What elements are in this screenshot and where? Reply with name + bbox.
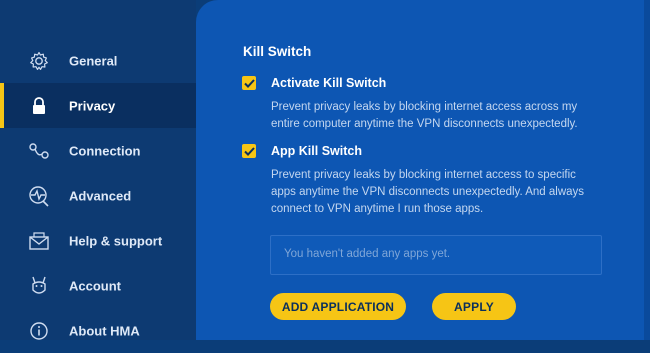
activate-kill-switch-option[interactable]: Activate Kill Switch [242, 76, 386, 90]
apply-button[interactable]: APPLY [432, 293, 516, 320]
sidebar-item-label: Help & support [69, 233, 163, 248]
sidebar-item-label: Account [69, 278, 121, 293]
sidebar-item-general[interactable]: General [0, 38, 196, 83]
app-kill-switch-checkbox[interactable] [242, 144, 256, 158]
section-title: Kill Switch [243, 44, 312, 59]
description-line: Prevent privacy leaks by blocking intern… [271, 169, 576, 181]
description-line: Prevent privacy leaks by blocking intern… [271, 101, 578, 113]
check-icon [243, 78, 255, 88]
gear-icon [28, 50, 50, 72]
description-line: apps anytime the VPN disconnects unexpec… [271, 186, 585, 198]
info-icon [28, 320, 50, 342]
app-kill-switch-option[interactable]: App Kill Switch [242, 144, 362, 158]
add-application-button[interactable]: ADD APPLICATION [270, 293, 406, 320]
donkey-icon [28, 275, 50, 297]
sidebar-item-advanced[interactable]: Advanced [0, 173, 196, 218]
sidebar-item-label: About HMA [69, 323, 140, 338]
option-description: Prevent privacy leaks by blocking intern… [271, 99, 631, 133]
option-description: Prevent privacy leaks by blocking intern… [271, 167, 631, 218]
advanced-icon [28, 185, 50, 207]
apps-list: You haven't added any apps yet. [270, 235, 602, 275]
sidebar-item-privacy[interactable]: Privacy [0, 83, 196, 128]
envelope-icon [28, 230, 50, 252]
activate-kill-switch-checkbox[interactable] [242, 76, 256, 90]
sidebar-item-label: General [69, 53, 118, 68]
sidebar-item-connection[interactable]: Connection [0, 128, 196, 173]
sidebar-item-about[interactable]: About HMA [0, 308, 196, 353]
sidebar: General Privacy Connection Advanced Help… [0, 0, 196, 340]
sidebar-item-label: Privacy [69, 98, 116, 113]
lock-icon [28, 95, 50, 117]
active-indicator [0, 83, 4, 128]
sidebar-item-label: Advanced [69, 188, 132, 203]
sidebar-item-account[interactable]: Account [0, 263, 196, 308]
main-panel: Kill Switch Activate Kill Switch Prevent… [196, 0, 650, 340]
description-line: entire computer anytime the VPN disconne… [271, 118, 578, 130]
sidebar-item-help-support[interactable]: Help & support [0, 218, 196, 263]
connection-icon [28, 140, 50, 162]
option-label: App Kill Switch [271, 144, 362, 158]
check-icon [243, 146, 255, 156]
option-label: Activate Kill Switch [271, 76, 387, 90]
apps-empty-placeholder: You haven't added any apps yet. [284, 248, 451, 260]
scrollbar[interactable] [644, 0, 650, 340]
description-line: connect to VPN anytime I run those apps. [271, 203, 484, 215]
sidebar-item-label: Connection [69, 143, 141, 158]
